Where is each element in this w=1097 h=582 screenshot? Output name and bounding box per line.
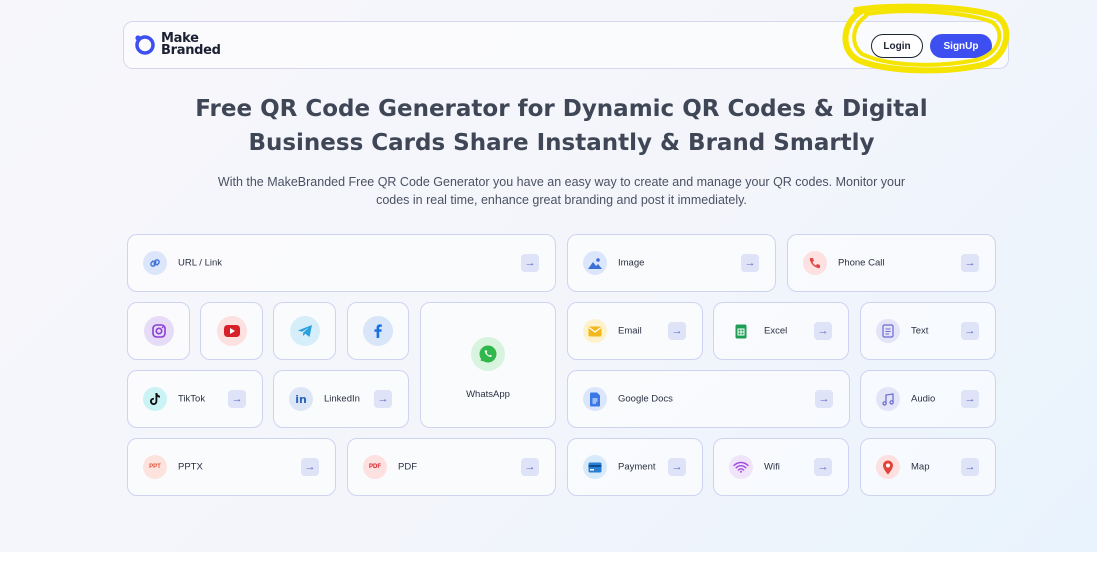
facebook-icon [363,316,393,346]
linkedin-icon: in [289,387,313,411]
map-pin-icon [876,455,900,479]
arrow-right-icon: → [815,390,833,408]
option-label: Excel [764,325,788,337]
option-audio[interactable]: Audio → [860,370,996,428]
arrow-right-icon: → [814,322,832,340]
option-label: LinkedIn [324,393,360,405]
hero-subtitle: With the MakeBranded Free QR Code Genera… [217,175,906,207]
option-google-docs[interactable]: Google Docs → [567,370,850,428]
option-instagram[interactable] [127,302,190,360]
makebranded-logo[interactable]: Make Branded [132,32,221,58]
arrow-right-icon: → [668,458,686,476]
option-label: Text [911,325,929,337]
option-payment[interactable]: Payment → [567,438,703,496]
image-icon [583,251,607,275]
option-email[interactable]: Email → [567,302,703,360]
arrow-right-icon: → [961,254,979,272]
whatsapp-icon [471,337,505,371]
option-wifi[interactable]: Wifi → [713,438,849,496]
arrow-right-icon: → [521,458,539,476]
option-label: Payment [618,461,656,473]
option-text[interactable]: Text → [860,302,996,360]
credit-card-icon [583,455,607,479]
link-icon [143,251,167,275]
pdf-file-icon: PDF [363,455,387,479]
option-label: Image [618,257,645,269]
arrow-right-icon: → [741,254,759,272]
page-footer-band [0,552,1097,582]
option-image[interactable]: Image → [567,234,776,292]
option-map[interactable]: Map → [860,438,996,496]
arrow-right-icon: → [228,390,246,408]
music-note-icon [876,387,900,411]
option-label: PDF [398,461,417,473]
option-label: Phone Call [838,257,885,269]
phone-icon [803,251,827,275]
hero-title: Free QR Code Generator for Dynamic QR Co… [195,96,928,156]
arrow-right-icon: → [961,390,979,408]
option-label: WhatsApp [466,389,510,400]
option-youtube[interactable] [200,302,263,360]
option-label: Audio [911,393,936,405]
excel-icon [729,319,753,343]
option-url-link[interactable]: URL / Link → [127,234,556,292]
instagram-icon [143,316,174,346]
option-label: TikTok [178,393,206,405]
email-icon [583,319,607,343]
telegram-icon [289,316,320,346]
text-document-icon [876,319,900,343]
logo-mark-icon [132,32,158,58]
google-docs-icon [583,387,607,411]
arrow-right-icon: → [301,458,319,476]
option-linkedin[interactable]: in LinkedIn → [273,370,409,428]
option-label: Email [618,325,642,337]
option-label: Wifi [764,461,780,473]
option-phone-call[interactable]: Phone Call → [787,234,996,292]
option-label: Map [911,461,930,473]
option-label: PPTX [178,461,203,473]
arrow-right-icon: → [814,458,832,476]
option-pdf[interactable]: PDF PDF → [347,438,556,496]
option-pptx[interactable]: PPT PPTX → [127,438,336,496]
yellow-highlight-annotation [836,2,1012,76]
option-excel[interactable]: Excel → [713,302,849,360]
logo-text: Make Branded [161,31,221,58]
option-whatsapp[interactable]: WhatsApp [420,302,556,428]
arrow-right-icon: → [961,458,979,476]
arrow-right-icon: → [521,254,539,272]
wifi-icon [729,455,753,479]
option-facebook[interactable] [347,302,409,360]
option-label: URL / Link [178,257,222,269]
youtube-icon [216,316,247,346]
tiktok-icon [143,387,167,411]
pptx-file-icon: PPT [143,455,167,479]
option-label: Google Docs [618,393,673,405]
arrow-right-icon: → [961,322,979,340]
arrow-right-icon: → [374,390,392,408]
arrow-right-icon: → [668,322,686,340]
option-tiktok[interactable]: TikTok → [127,370,263,428]
option-telegram[interactable] [273,302,336,360]
